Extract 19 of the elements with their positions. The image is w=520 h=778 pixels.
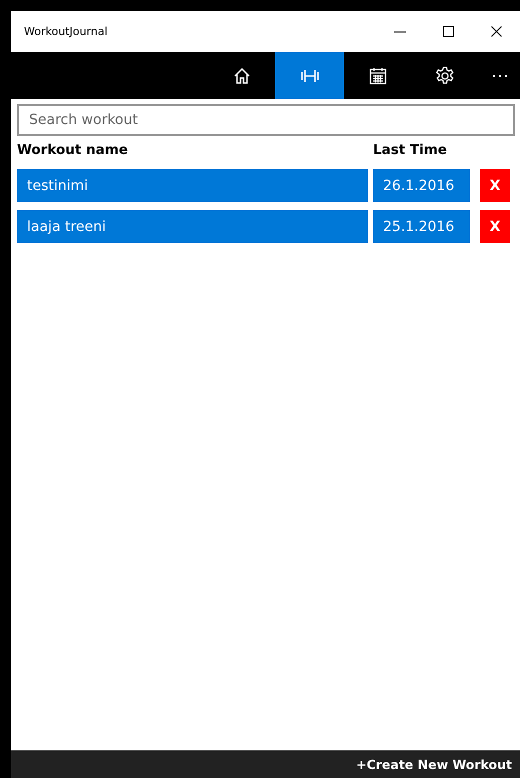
workout-name-cell[interactable]: laaja treeni	[17, 210, 368, 243]
dumbbell-icon	[300, 68, 318, 82]
search-field[interactable]: Search workout	[17, 104, 515, 136]
window-title: WorkoutJournal	[24, 25, 109, 38]
home-icon	[233, 66, 251, 84]
close-icon	[490, 26, 502, 37]
create-workout-button[interactable]: +Create New Workout	[356, 757, 512, 772]
column-header: Workout name	[17, 142, 129, 158]
last-time-cell: 26.1.2016	[373, 169, 470, 202]
calendar-icon	[368, 66, 386, 84]
settings-icon	[435, 66, 455, 86]
delete-button[interactable]: X	[480, 169, 510, 202]
maximize-icon	[442, 26, 454, 37]
workout-name-cell[interactable]: testinimi	[17, 169, 368, 202]
last-time-cell: 25.1.2016	[373, 210, 470, 243]
minimize-icon	[394, 30, 406, 32]
column-header: Last Time	[373, 142, 447, 158]
more-icon	[492, 74, 508, 78]
delete-button[interactable]: X	[480, 210, 510, 243]
